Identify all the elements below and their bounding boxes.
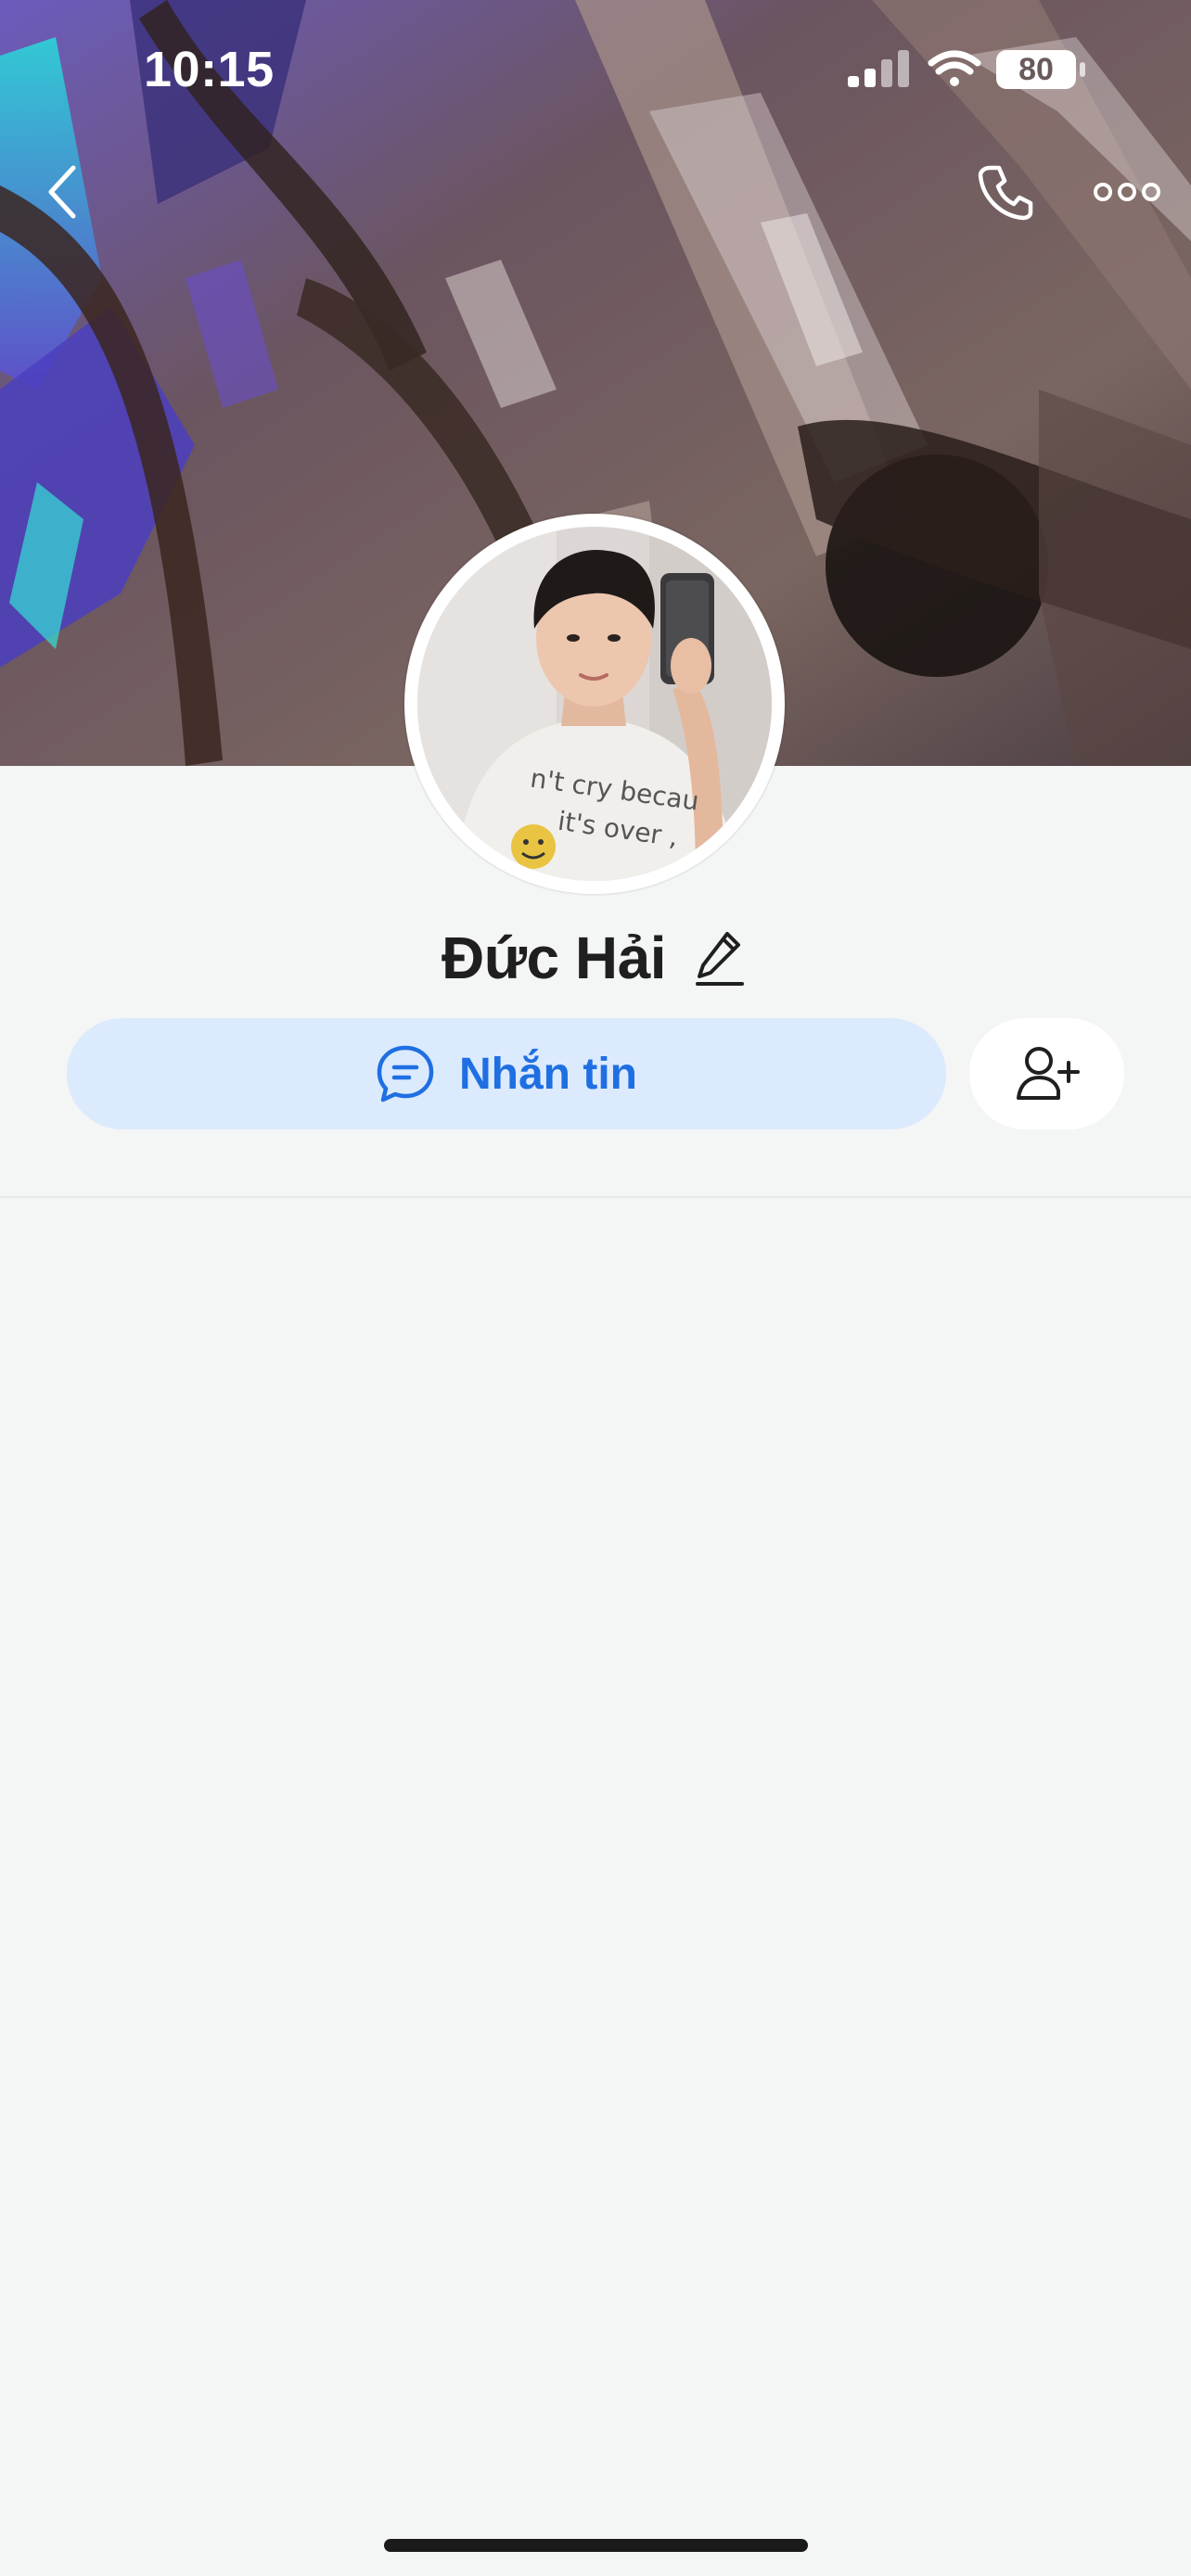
back-chevron-icon [48, 165, 76, 219]
wifi-icon [928, 50, 981, 86]
name-row: Đức Hải [0, 916, 1191, 1000]
status-time: 10:15 [144, 42, 275, 97]
cellular-signal-icon [848, 50, 909, 87]
avatar[interactable]: n't cry becau it's over , [404, 514, 785, 894]
message-button[interactable]: Nhắn tin [67, 1018, 946, 1129]
profile-photo: n't cry becau it's over , [417, 527, 772, 881]
status-icons: 80 [848, 46, 1098, 93]
chat-bubble-icon [377, 1045, 434, 1103]
more-dots-icon [1094, 183, 1160, 201]
edit-name-button[interactable] [690, 925, 749, 990]
profile-name: Đức Hải [441, 925, 667, 991]
back-button[interactable] [20, 150, 104, 234]
profile-screen: 10:15 80 n't cry becau it's over , Đức H… [0, 0, 1191, 2576]
pencil-icon [696, 932, 745, 986]
message-button-label: Nhắn tin [459, 1049, 637, 1099]
add-person-icon [1016, 1047, 1080, 1100]
section-divider [0, 1196, 1191, 1198]
call-button[interactable] [965, 150, 1048, 234]
more-button[interactable] [1085, 150, 1169, 234]
home-indicator[interactable] [384, 2539, 808, 2552]
add-friend-button[interactable] [969, 1018, 1124, 1129]
phone-icon [978, 165, 1033, 221]
battery-level: 80 [1018, 51, 1054, 87]
